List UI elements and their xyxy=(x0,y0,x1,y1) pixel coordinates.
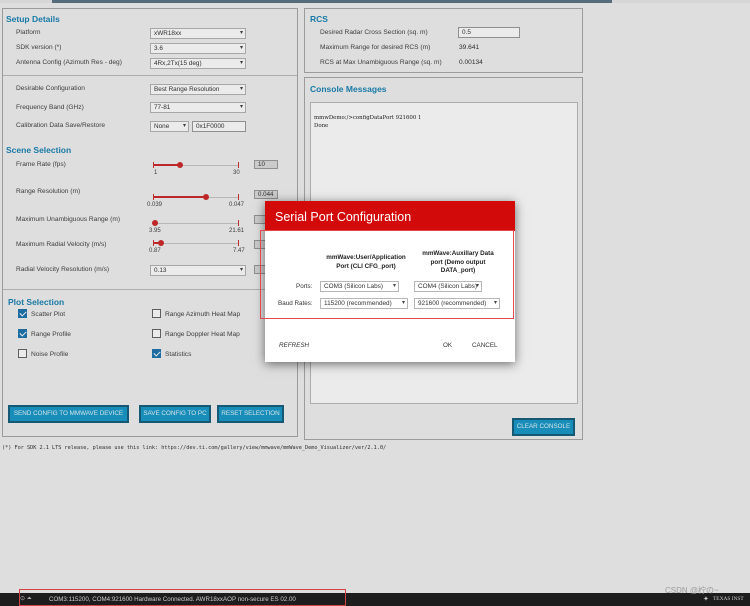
chevron-down-icon: ▾ xyxy=(392,283,396,289)
port1-select[interactable]: COM3 (Silicon Labs) ▾ xyxy=(320,281,399,292)
port2-select[interactable]: COM4 (Silicon Labs) ▾ xyxy=(414,281,482,292)
baud1-select[interactable]: 115200 (recommended) ▾ xyxy=(320,298,408,309)
baud2-select[interactable]: 921600 (recommended) ▾ xyxy=(414,298,500,309)
serial-port-dialog: Serial Port Configuration mmWave:User/Ap… xyxy=(260,201,515,362)
chevron-down-icon: ▾ xyxy=(475,283,479,289)
chevron-down-icon: ▾ xyxy=(493,300,497,306)
cancel-button[interactable]: CANCEL xyxy=(472,342,498,349)
col1-header: mmWave:User/Application Port (CLI CFG_po… xyxy=(326,254,406,270)
refresh-button[interactable]: REFRESH xyxy=(279,342,309,349)
dialog-title: Serial Port Configuration xyxy=(275,210,412,224)
ports-label: Ports: xyxy=(296,283,313,290)
col2-header: mmWave:Auxillary Data port (Demo output … xyxy=(422,250,494,274)
dialog-header: Serial Port Configuration xyxy=(265,201,515,231)
chevron-down-icon: ▾ xyxy=(401,300,405,306)
ok-button[interactable]: OK xyxy=(443,342,452,349)
baud-label: Baud Rates: xyxy=(278,300,313,307)
